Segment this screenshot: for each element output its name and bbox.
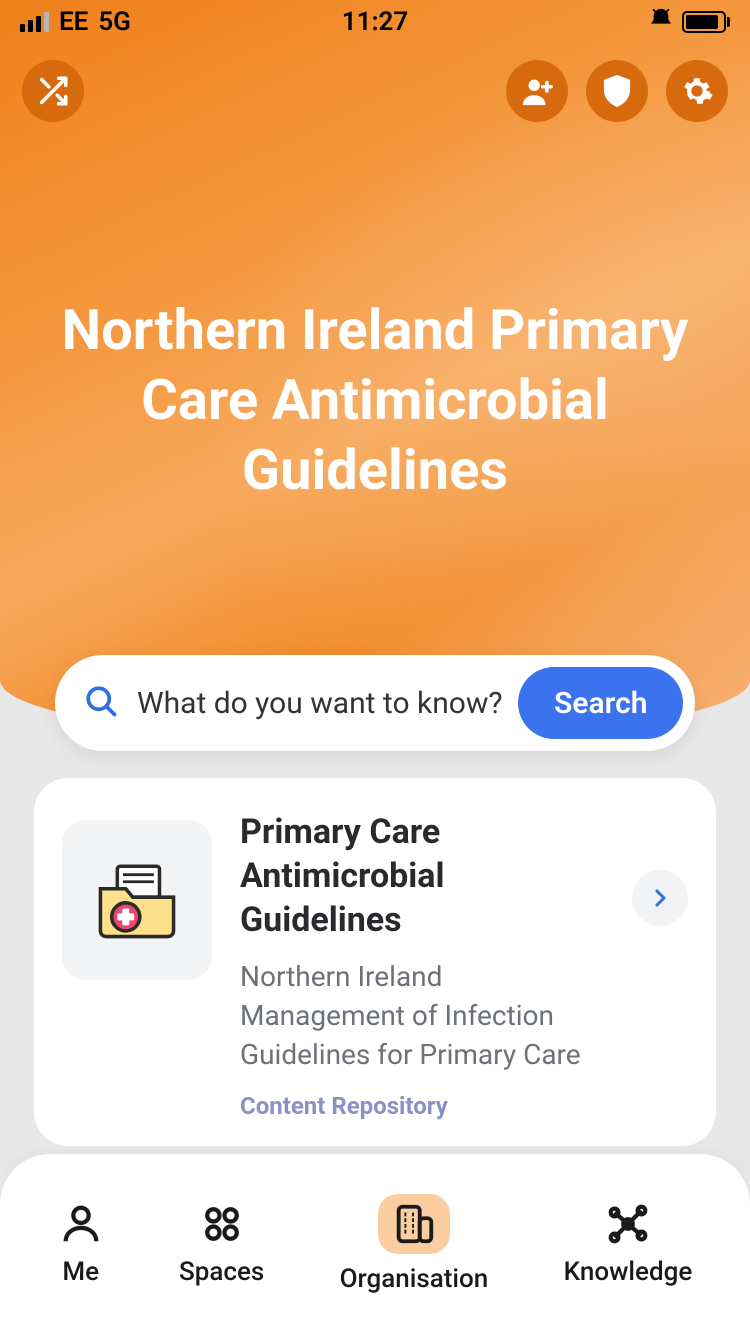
top-icon-row	[0, 60, 750, 122]
medical-folder-icon	[92, 855, 182, 945]
card-thumbnail	[62, 820, 212, 980]
nav-me-label: Me	[62, 1257, 99, 1287]
nav-me[interactable]: Me	[58, 1201, 104, 1287]
card-title: Primary Care Antimicrobial Guidelines	[240, 810, 604, 943]
status-bar: EE 5G 11:27	[0, 0, 750, 44]
carrier-label: EE	[59, 7, 88, 37]
search-button[interactable]: Search	[518, 667, 683, 739]
settings-button[interactable]	[666, 60, 728, 122]
search-input[interactable]	[137, 686, 518, 721]
person-icon	[58, 1201, 104, 1247]
status-left: EE 5G	[20, 7, 131, 37]
search-icon	[83, 683, 119, 723]
nav-org-label: Organisation	[340, 1264, 489, 1294]
shuffle-button[interactable]	[22, 60, 84, 122]
spaces-icon	[199, 1201, 245, 1247]
gear-icon	[680, 74, 714, 108]
nav-organisation[interactable]: Organisation	[340, 1194, 489, 1294]
alarm-icon	[650, 7, 672, 37]
status-right	[650, 7, 730, 37]
clock: 11:27	[342, 7, 409, 37]
add-user-button[interactable]	[506, 60, 568, 122]
nav-spaces-label: Spaces	[179, 1257, 264, 1287]
card-open-button[interactable]	[632, 870, 688, 926]
battery-icon	[682, 11, 730, 33]
card-body: Primary Care Antimicrobial Guidelines No…	[240, 810, 604, 1120]
bottom-nav: Me Spaces Organisation Knowledge	[0, 1154, 750, 1334]
nav-knowledge[interactable]: Knowledge	[564, 1201, 693, 1287]
organisation-icon	[391, 1201, 437, 1247]
chevron-right-icon	[648, 886, 672, 910]
knowledge-graph-icon	[605, 1201, 651, 1247]
add-user-icon	[520, 74, 554, 108]
nav-spaces[interactable]: Spaces	[179, 1201, 264, 1287]
network-label: 5G	[98, 7, 131, 37]
card-subtitle: Northern Ireland Management of Infection…	[240, 957, 604, 1075]
signal-bars-icon	[20, 12, 49, 32]
nav-knowledge-label: Knowledge	[564, 1257, 693, 1287]
search-bar: Search	[55, 655, 695, 751]
content-card[interactable]: Primary Care Antimicrobial Guidelines No…	[34, 778, 716, 1146]
shield-button[interactable]	[586, 60, 648, 122]
page-title: Northern Ireland Primary Care Antimicrob…	[0, 295, 750, 505]
shield-icon	[600, 74, 634, 108]
shuffle-icon	[36, 74, 70, 108]
card-footer-label: Content Repository	[240, 1092, 604, 1120]
